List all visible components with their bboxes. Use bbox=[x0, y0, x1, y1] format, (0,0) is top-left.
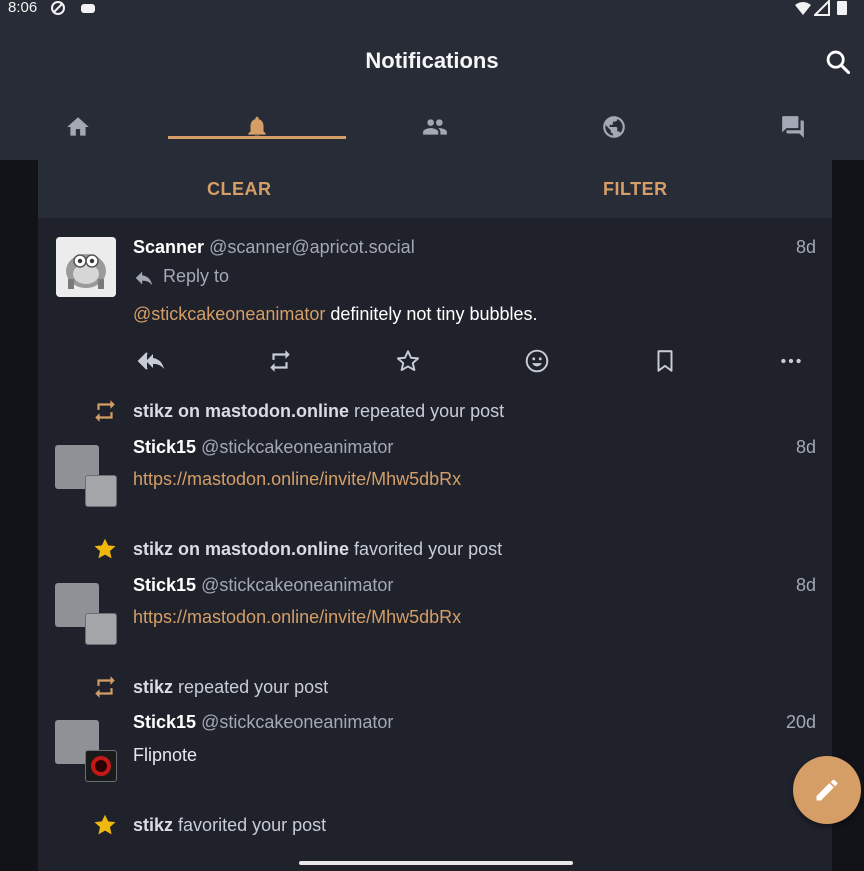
star-icon bbox=[94, 814, 116, 835]
reply-arrow-icon bbox=[135, 271, 153, 286]
reply-all-icon bbox=[137, 352, 164, 370]
page-title: Notifications bbox=[365, 48, 499, 73]
wifi-icon bbox=[794, 0, 812, 16]
bookmark-icon bbox=[657, 350, 673, 372]
scanner-avatar-icon bbox=[56, 237, 116, 297]
boost-indicator bbox=[92, 674, 118, 700]
post-author[interactable]: Stick15 @stickcakeoneanimator bbox=[133, 437, 393, 458]
avatar[interactable] bbox=[55, 583, 117, 645]
navigation-handle[interactable] bbox=[299, 861, 573, 865]
actor-name[interactable]: stikz bbox=[133, 815, 173, 835]
boost-indicator bbox=[92, 398, 118, 424]
actor-name[interactable]: stikz on mastodon.online bbox=[133, 539, 349, 559]
active-tab-indicator bbox=[168, 136, 346, 139]
battery-icon bbox=[836, 0, 848, 16]
post-timestamp: 8d bbox=[795, 237, 816, 257]
display-name: Stick15 bbox=[133, 437, 197, 457]
do-not-disturb-icon bbox=[50, 0, 66, 16]
emoji-reaction-button[interactable] bbox=[520, 344, 554, 378]
game-controller-icon bbox=[80, 0, 96, 16]
post-author[interactable]: Scanner @scanner@apricot.social bbox=[133, 237, 415, 258]
account-handle: @scanner@apricot.social bbox=[209, 237, 415, 257]
pencil-icon bbox=[816, 779, 838, 801]
notification-header: stikz favorited your post bbox=[133, 815, 326, 836]
post-author[interactable]: Stick15 @stickcakeoneanimator bbox=[133, 575, 393, 596]
notification-action: repeated your post bbox=[354, 401, 505, 421]
star-icon bbox=[94, 538, 116, 559]
tab-home[interactable] bbox=[58, 108, 98, 148]
booster-avatar bbox=[85, 750, 117, 782]
notifications-actions-bar: CLEAR FILTER bbox=[38, 160, 832, 218]
home-icon bbox=[67, 117, 89, 136]
star-outline-icon bbox=[396, 350, 420, 371]
search-icon bbox=[826, 50, 851, 75]
boost-button[interactable] bbox=[263, 344, 297, 378]
post-timestamp: 8d bbox=[795, 437, 816, 457]
post-timestamp: 20d bbox=[785, 712, 816, 732]
notification-header: stikz repeated your post bbox=[133, 677, 328, 698]
account-handle: @stickcakeoneanimator bbox=[201, 575, 394, 595]
repeat-icon bbox=[95, 400, 115, 422]
post-content: @stickcakeoneanimator definitely not tin… bbox=[133, 304, 538, 325]
left-gutter bbox=[0, 160, 38, 871]
reply-to-label: Reply to bbox=[163, 266, 230, 286]
chat-icon bbox=[782, 116, 804, 138]
tab-local[interactable] bbox=[415, 108, 455, 148]
display-name: Stick15 bbox=[133, 712, 197, 732]
clear-button[interactable]: CLEAR bbox=[207, 160, 272, 218]
compose-button[interactable] bbox=[793, 756, 861, 824]
tab-conversations[interactable] bbox=[773, 108, 813, 148]
more-horizontal-icon bbox=[781, 358, 801, 364]
tab-federated[interactable] bbox=[594, 108, 634, 148]
notification-header: stikz on mastodon.online favorited your … bbox=[133, 539, 502, 560]
status-time: 8:06 bbox=[8, 0, 38, 16]
tab-notifications[interactable] bbox=[237, 108, 277, 148]
mention-link[interactable]: @stickcakeoneanimator bbox=[133, 304, 325, 324]
post-link[interactable]: https://mastodon.online/invite/Mhw5dbRx bbox=[133, 607, 461, 628]
account-handle: @stickcakeoneanimator bbox=[201, 437, 394, 457]
post-timestamp: 8d bbox=[795, 575, 816, 595]
post-link[interactable]: https://mastodon.online/invite/Mhw5dbRx bbox=[133, 469, 461, 490]
status-bar: 8:06 bbox=[0, 0, 864, 20]
notification-action: favorited your post bbox=[354, 539, 503, 559]
favourite-button[interactable] bbox=[391, 344, 425, 378]
globe-icon bbox=[603, 116, 625, 138]
notification-header: stikz on mastodon.online repeated your p… bbox=[133, 401, 504, 422]
actor-name[interactable]: stikz bbox=[133, 677, 173, 697]
favourite-indicator bbox=[92, 536, 118, 562]
avatar[interactable] bbox=[55, 720, 117, 782]
emoji-icon bbox=[525, 349, 549, 373]
display-name: Stick15 bbox=[133, 575, 197, 595]
avatar[interactable] bbox=[56, 237, 116, 297]
avatar[interactable] bbox=[55, 445, 117, 507]
signal-icon bbox=[814, 0, 830, 16]
notification-action: favorited your post bbox=[178, 815, 327, 835]
display-name: Scanner bbox=[133, 237, 205, 257]
post-text: definitely not tiny bubbles. bbox=[325, 304, 538, 324]
bookmark-button[interactable] bbox=[648, 344, 682, 378]
reply-button[interactable] bbox=[134, 344, 168, 378]
account-handle: @stickcakeoneanimator bbox=[201, 712, 394, 732]
actor-name[interactable]: stikz on mastodon.online bbox=[133, 401, 349, 421]
repeat-icon bbox=[270, 350, 290, 372]
post-author[interactable]: Stick15 @stickcakeoneanimator bbox=[133, 712, 393, 733]
notification-action: repeated your post bbox=[178, 677, 329, 697]
favourite-indicator bbox=[92, 812, 118, 838]
booster-avatar bbox=[85, 475, 117, 507]
post-text: Flipnote bbox=[133, 745, 198, 765]
search-button[interactable] bbox=[824, 48, 854, 78]
favouriter-avatar bbox=[85, 613, 117, 645]
more-options-button[interactable] bbox=[774, 344, 808, 378]
repeat-icon bbox=[95, 676, 115, 698]
people-icon bbox=[423, 119, 447, 135]
filter-button[interactable]: FILTER bbox=[603, 160, 668, 218]
app-bar: Notifications bbox=[0, 20, 864, 160]
